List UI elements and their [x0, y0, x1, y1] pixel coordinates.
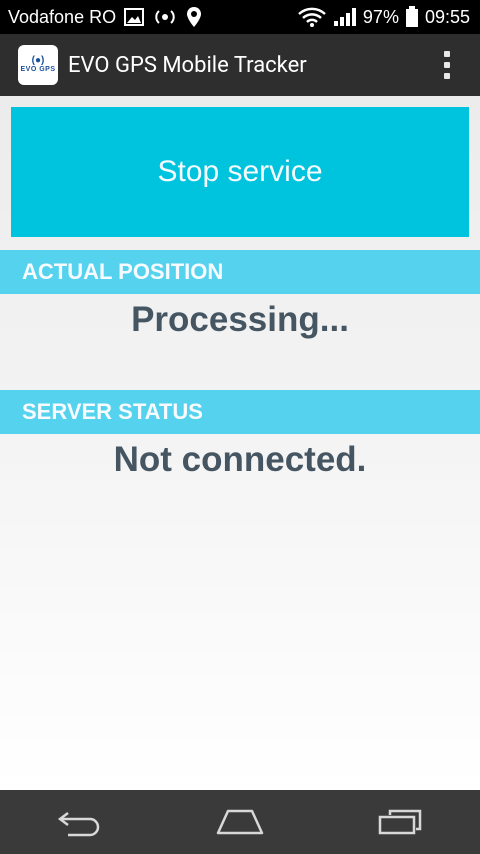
actual-position-value: Processing... — [131, 300, 349, 339]
wifi-icon — [297, 7, 327, 27]
carrier-name: Vodafone RO — [8, 6, 117, 27]
image-icon — [124, 8, 145, 26]
app-logo: (●) EVO GPS — [18, 45, 58, 85]
server-status-value: Not connected. — [113, 440, 367, 479]
battery-percent: 97% — [362, 6, 399, 27]
status-bar: Vodafone RO 97% 09:55 — [0, 0, 480, 34]
server-status-header: SERVER STATUS — [0, 390, 480, 434]
clock: 09:55 — [424, 6, 470, 27]
broadcast-icon — [152, 8, 178, 26]
main-content: Stop service ACTUAL POSITION Processing.… — [0, 96, 480, 790]
home-icon[interactable] — [205, 798, 275, 846]
actual-position-header: ACTUAL POSITION — [0, 250, 480, 294]
navigation-bar — [0, 790, 480, 854]
battery-icon — [405, 6, 419, 28]
stop-service-button[interactable]: Stop service — [11, 107, 469, 237]
recent-apps-icon[interactable] — [365, 798, 435, 846]
signal-icon — [333, 7, 357, 27]
location-pin-icon — [186, 6, 202, 28]
broadcast-icon: (●) — [31, 55, 45, 66]
app-bar: (●) EVO GPS EVO GPS Mobile Tracker — [0, 34, 480, 96]
overflow-menu-icon[interactable] — [444, 51, 450, 79]
app-logo-text: EVO GPS — [20, 66, 56, 73]
app-title: EVO GPS Mobile Tracker — [68, 52, 307, 78]
back-icon[interactable] — [45, 798, 115, 846]
